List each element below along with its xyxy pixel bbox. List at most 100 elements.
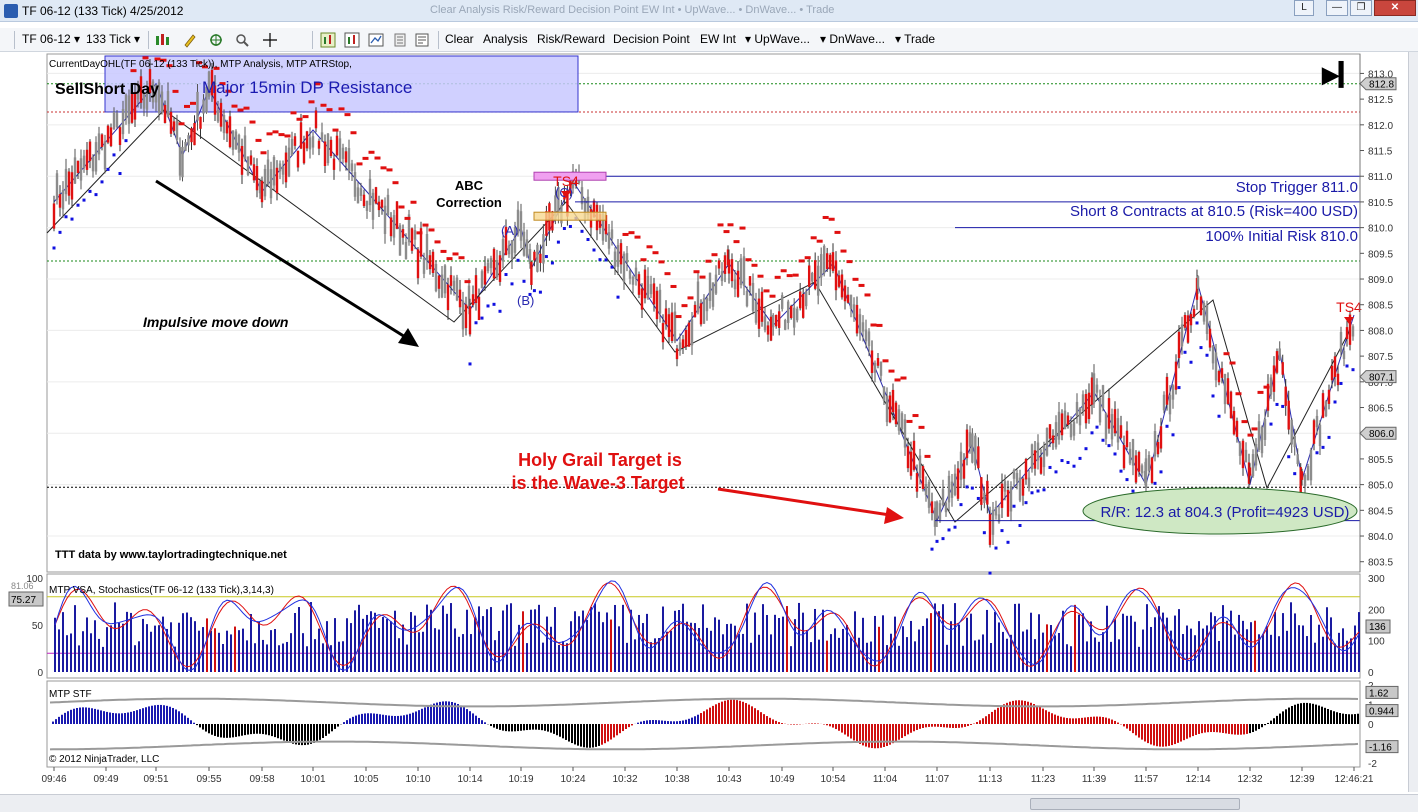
stop-dot-red xyxy=(727,223,734,227)
up-bar xyxy=(73,157,77,184)
vertical-scrollbar[interactable] xyxy=(1408,52,1418,792)
stop-dot-blue xyxy=(1000,529,1004,533)
analysis-button[interactable]: Analysis xyxy=(483,32,528,46)
pencil-icon[interactable] xyxy=(182,32,198,48)
time-tick-label: 10:14 xyxy=(457,774,482,785)
interval-selector[interactable]: 133 Tick ▾ xyxy=(86,32,140,46)
stop-dot-blue xyxy=(1113,452,1117,456)
stop-dot-red xyxy=(172,89,179,93)
indicators-icon[interactable] xyxy=(344,32,360,48)
time-tick-label: 09:51 xyxy=(143,774,168,785)
upwave-menu[interactable]: ▾ UpWave... xyxy=(745,32,810,46)
stop-dot-red xyxy=(344,113,351,117)
price-tick-label: 808.5 xyxy=(1368,301,1393,312)
stop-dot-blue xyxy=(988,571,992,575)
up-bar xyxy=(94,142,98,172)
down-bar xyxy=(1281,362,1284,375)
clear-button[interactable]: Clear xyxy=(445,32,474,46)
toolbar-separator xyxy=(312,31,313,49)
stop-dot-blue xyxy=(562,227,566,231)
up-bar xyxy=(918,455,922,479)
properties-icon[interactable] xyxy=(414,32,430,48)
down-bar xyxy=(855,304,859,334)
time-tick-label: 11:57 xyxy=(1134,774,1159,785)
up-bar xyxy=(202,99,205,114)
down-bar xyxy=(1113,409,1117,434)
down-bar xyxy=(1165,376,1169,405)
up-bar xyxy=(290,138,294,156)
stop-dot-blue xyxy=(1078,456,1082,460)
dnwave-label: DnWave... xyxy=(829,32,885,46)
scrollbar-thumb[interactable] xyxy=(1030,798,1240,810)
price-tick-label: 803.5 xyxy=(1368,558,1393,569)
down-bar xyxy=(1125,430,1129,448)
time-tick-label: 10:38 xyxy=(664,774,689,785)
down-bar xyxy=(314,110,318,129)
down-bar xyxy=(240,145,244,175)
up-bar xyxy=(383,205,387,234)
down-bar xyxy=(930,501,934,514)
close-button[interactable]: ✕ xyxy=(1374,0,1416,16)
up-bar xyxy=(634,267,638,280)
stop-dot-blue xyxy=(1048,465,1052,469)
up-bar xyxy=(519,211,523,241)
stop-dot-blue xyxy=(1195,321,1199,325)
zoom-icon[interactable] xyxy=(234,32,250,48)
maximize-button[interactable]: ❐ xyxy=(1350,0,1372,16)
stop-dot-blue xyxy=(556,240,560,244)
stop-dot-red xyxy=(231,104,238,108)
chart-style-icon[interactable] xyxy=(320,32,336,48)
stop-dot-blue xyxy=(1036,489,1040,493)
down-bar xyxy=(305,131,309,149)
up-bar xyxy=(272,157,276,186)
stop-dot-red xyxy=(1263,385,1270,389)
ew-int-button[interactable]: EW Int xyxy=(700,32,736,46)
stop-dot-red xyxy=(404,216,411,220)
entry-box-orange xyxy=(533,211,607,221)
stop-dot-red xyxy=(733,240,740,244)
down-bar xyxy=(640,288,644,310)
down-bar xyxy=(661,323,665,343)
up-bar xyxy=(816,265,820,296)
stop-dot-red xyxy=(769,294,776,298)
stop-dot-red xyxy=(834,230,841,234)
link-button[interactable]: L xyxy=(1294,0,1314,16)
crosshair-icon[interactable] xyxy=(262,32,278,48)
up-bar xyxy=(196,91,199,121)
up-bar xyxy=(861,322,865,332)
strategy-icon[interactable] xyxy=(368,32,384,48)
stop-dot-red xyxy=(362,156,369,160)
up-bar xyxy=(1030,444,1034,470)
down-bar xyxy=(380,199,384,208)
stop-dot-red xyxy=(434,240,441,244)
bar-type-icon[interactable] xyxy=(154,32,170,48)
horizontal-scrollbar[interactable] xyxy=(0,794,1418,812)
down-bar xyxy=(428,255,432,270)
up-bar xyxy=(950,481,954,498)
time-tick-label: 10:32 xyxy=(612,774,637,785)
stop-dot-red xyxy=(852,277,859,281)
up-bar xyxy=(127,95,131,124)
up-bar xyxy=(924,483,928,496)
data-box-icon[interactable] xyxy=(392,32,408,48)
down-bar xyxy=(831,252,835,271)
dnwave-menu[interactable]: ▾ DnWave... xyxy=(820,32,885,46)
down-bar xyxy=(894,402,898,425)
up-bar xyxy=(1104,413,1108,439)
minimize-button[interactable]: — xyxy=(1326,0,1348,16)
vsa-right-tick: 300 xyxy=(1368,574,1385,585)
decision-point-button[interactable]: Decision Point xyxy=(613,32,690,46)
trade-menu[interactable]: ▾ Trade xyxy=(895,32,935,46)
instrument-selector[interactable]: TF 06-12 ▾ xyxy=(22,32,80,46)
risk-reward-button[interactable]: Risk/Reward xyxy=(537,32,605,46)
ttt-credit-label: TTT data by www.taylortradingtechnique.n… xyxy=(55,549,287,561)
price-chart[interactable]: CurrentDayOHL(TF 06-12 (133 Tick)), MTP … xyxy=(0,52,1418,792)
wave-b-label: (B) xyxy=(517,293,534,308)
down-bar xyxy=(1235,420,1239,437)
time-tick-label: 10:01 xyxy=(300,774,325,785)
up-bar xyxy=(804,291,808,307)
down-bar xyxy=(88,141,92,161)
up-bar xyxy=(696,281,700,313)
time-tick-label: 09:46 xyxy=(41,774,66,785)
crosshair-add-icon[interactable] xyxy=(208,32,224,48)
